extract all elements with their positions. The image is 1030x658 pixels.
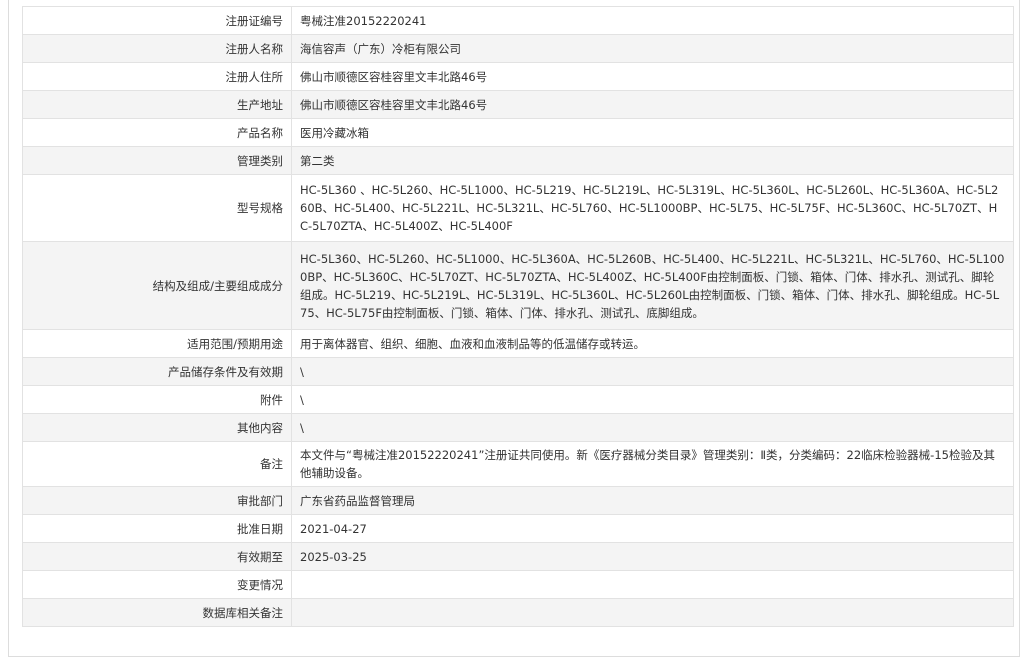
row-value-registrant-address: 佛山市顺德区容桂容里文丰北路46号	[291, 62, 1014, 91]
row-label-production-address: 生产地址	[22, 90, 292, 119]
row-label-other-content: 其他内容	[22, 413, 292, 442]
row-value-approval-department: 广东省药品监督管理局	[291, 486, 1014, 515]
table-row: 产品名称 医用冷藏冰箱	[22, 118, 1014, 147]
row-value-other-content: \	[291, 413, 1014, 442]
table-row: 批准日期 2021-04-27	[22, 514, 1014, 543]
table-row: 变更情况	[22, 570, 1014, 599]
row-value-approval-date: 2021-04-27	[291, 514, 1014, 543]
row-value-intended-use: 用于离体器官、组织、细胞、血液和血液制品等的低温储存或转运。	[291, 329, 1014, 358]
row-label-remarks: 备注	[22, 441, 292, 487]
row-label-registrant-address: 注册人住所	[22, 62, 292, 91]
row-label-approval-date: 批准日期	[22, 514, 292, 543]
table-row: 审批部门 广东省药品监督管理局	[22, 486, 1014, 515]
row-value-management-category: 第二类	[291, 146, 1014, 175]
table-row: 型号规格 HC-5L360 、HC-5L260、HC-5L1000、HC-5L2…	[22, 174, 1014, 242]
row-label-management-category: 管理类别	[22, 146, 292, 175]
table-row: 产品储存条件及有效期 \	[22, 357, 1014, 386]
table-row: 其他内容 \	[22, 413, 1014, 442]
row-value-product-name: 医用冷藏冰箱	[291, 118, 1014, 147]
row-label-product-name: 产品名称	[22, 118, 292, 147]
row-label-change-status: 变更情况	[22, 570, 292, 599]
row-label-registration-number: 注册证编号	[22, 6, 292, 35]
table-row: 注册证编号 粤械注准20152220241	[22, 6, 1014, 35]
table-row: 注册人住所 佛山市顺德区容桂容里文丰北路46号	[22, 62, 1014, 91]
table-row: 结构及组成/主要组成成分 HC-5L360、HC-5L260、HC-5L1000…	[22, 241, 1014, 330]
row-label-intended-use: 适用范围/预期用途	[22, 329, 292, 358]
row-label-approval-department: 审批部门	[22, 486, 292, 515]
row-value-valid-until: 2025-03-25	[291, 542, 1014, 571]
row-value-model-spec: HC-5L360 、HC-5L260、HC-5L1000、HC-5L219、HC…	[291, 174, 1014, 242]
row-value-database-notes	[291, 598, 1014, 627]
row-value-structure-composition: HC-5L360、HC-5L260、HC-5L1000、HC-5L360A、HC…	[291, 241, 1014, 330]
row-value-registration-number: 粤械注准20152220241	[291, 6, 1014, 35]
table-row: 附件 \	[22, 385, 1014, 414]
table-row: 有效期至 2025-03-25	[22, 542, 1014, 571]
row-label-attachments: 附件	[22, 385, 292, 414]
row-label-structure-composition: 结构及组成/主要组成成分	[22, 241, 292, 330]
row-value-change-status	[291, 570, 1014, 599]
row-label-registrant-name: 注册人名称	[22, 34, 292, 63]
row-label-storage-validity: 产品储存条件及有效期	[22, 357, 292, 386]
row-label-database-notes: 数据库相关备注	[22, 598, 292, 627]
row-label-model-spec: 型号规格	[22, 174, 292, 242]
row-value-registrant-name: 海信容声（广东）冷柜有限公司	[291, 34, 1014, 63]
table-row: 注册人名称 海信容声（广东）冷柜有限公司	[22, 34, 1014, 63]
registration-detail-table: 注册证编号 粤械注准20152220241 注册人名称 海信容声（广东）冷柜有限…	[22, 6, 1014, 627]
row-value-production-address: 佛山市顺德区容桂容里文丰北路46号	[291, 90, 1014, 119]
row-value-storage-validity: \	[291, 357, 1014, 386]
row-label-valid-until: 有效期至	[22, 542, 292, 571]
table-row: 生产地址 佛山市顺德区容桂容里文丰北路46号	[22, 90, 1014, 119]
table-row: 数据库相关备注	[22, 598, 1014, 627]
table-row: 备注 本文件与“粤械注准20152220241”注册证共同使用。新《医疗器械分类…	[22, 441, 1014, 487]
row-value-attachments: \	[291, 385, 1014, 414]
table-row: 管理类别 第二类	[22, 146, 1014, 175]
row-value-remarks: 本文件与“粤械注准20152220241”注册证共同使用。新《医疗器械分类目录》…	[291, 441, 1014, 487]
table-row: 适用范围/预期用途 用于离体器官、组织、细胞、血液和血液制品等的低温储存或转运。	[22, 329, 1014, 358]
